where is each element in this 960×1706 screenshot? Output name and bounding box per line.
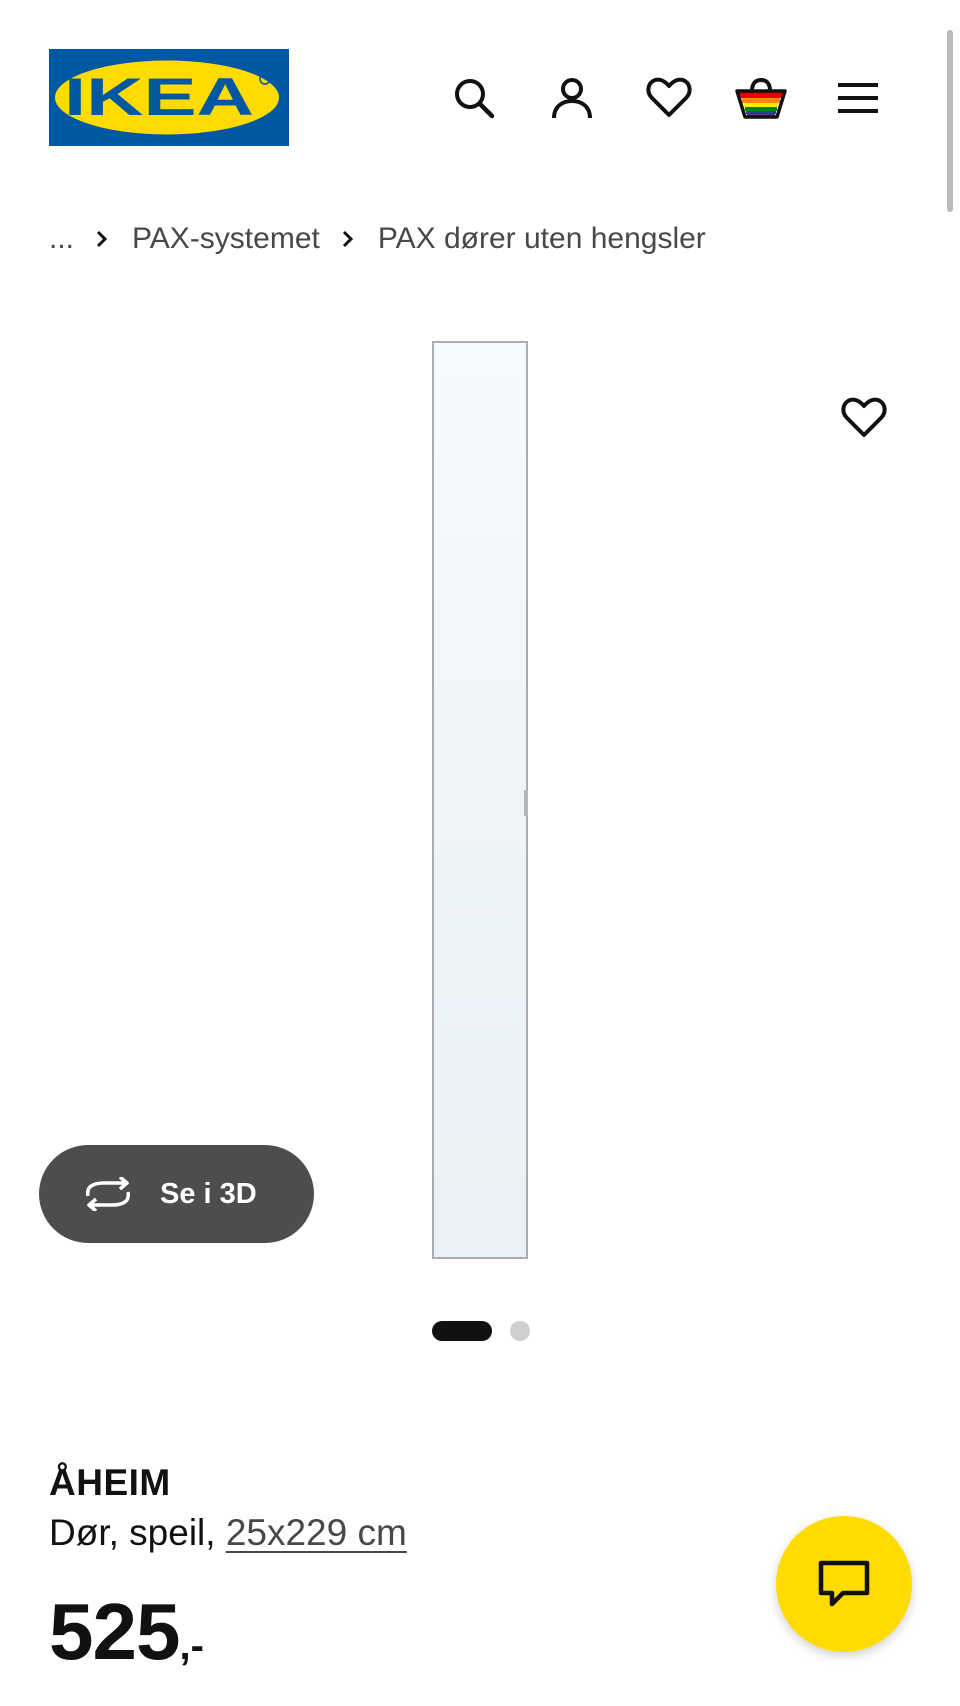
view-in-3d-button[interactable]: Se i 3D xyxy=(39,1145,314,1243)
price-integer: 525 xyxy=(49,1587,180,1676)
chat-button[interactable] xyxy=(776,1516,912,1652)
gallery-dot-active[interactable] xyxy=(432,1321,492,1341)
basket-button[interactable] xyxy=(735,72,787,124)
logo-text: IKEA xyxy=(64,68,254,127)
product-size-link[interactable]: 25x229 cm xyxy=(226,1512,407,1553)
breadcrumb: ... PAX-systemet PAX dører uten hengsler xyxy=(49,219,706,259)
add-to-favourites-button[interactable] xyxy=(836,392,892,444)
heart-icon xyxy=(841,397,887,437)
gallery-pagination xyxy=(432,1320,530,1342)
gallery-dot[interactable] xyxy=(510,1321,530,1341)
chat-icon xyxy=(818,1560,870,1607)
price-suffix: ,- xyxy=(179,1624,204,1668)
heart-icon xyxy=(646,77,692,117)
chevron-right-icon xyxy=(96,230,108,248)
search-icon xyxy=(455,79,495,119)
door-hinge-detail xyxy=(524,790,528,816)
product-name: ÅHEIM xyxy=(49,1462,171,1503)
rotate-3d-icon xyxy=(82,1177,134,1211)
product-price: 525 ,- xyxy=(49,1592,204,1672)
favourites-button[interactable] xyxy=(643,72,695,124)
product-type: Dør, speil, xyxy=(49,1512,226,1553)
chevron-right-icon xyxy=(342,230,354,248)
account-button[interactable] xyxy=(546,72,598,124)
view-in-3d-label: Se i 3D xyxy=(160,1177,257,1210)
page-scrollbar[interactable] xyxy=(947,30,953,212)
product-description: Dør, speil, 25x229 cm xyxy=(49,1512,407,1554)
menu-button[interactable] xyxy=(832,72,884,124)
breadcrumb-item-pax-system[interactable]: PAX-systemet xyxy=(132,222,320,256)
basket-icon xyxy=(735,77,787,119)
ikea-logo[interactable]: IKEA xyxy=(49,49,289,146)
product-image[interactable] xyxy=(432,341,528,1259)
search-button[interactable] xyxy=(448,72,500,124)
account-icon xyxy=(552,78,592,119)
menu-icon xyxy=(838,83,878,113)
breadcrumb-item-pax-doors[interactable]: PAX dører uten hengsler xyxy=(378,222,706,256)
breadcrumb-ellipsis[interactable]: ... xyxy=(49,222,74,256)
